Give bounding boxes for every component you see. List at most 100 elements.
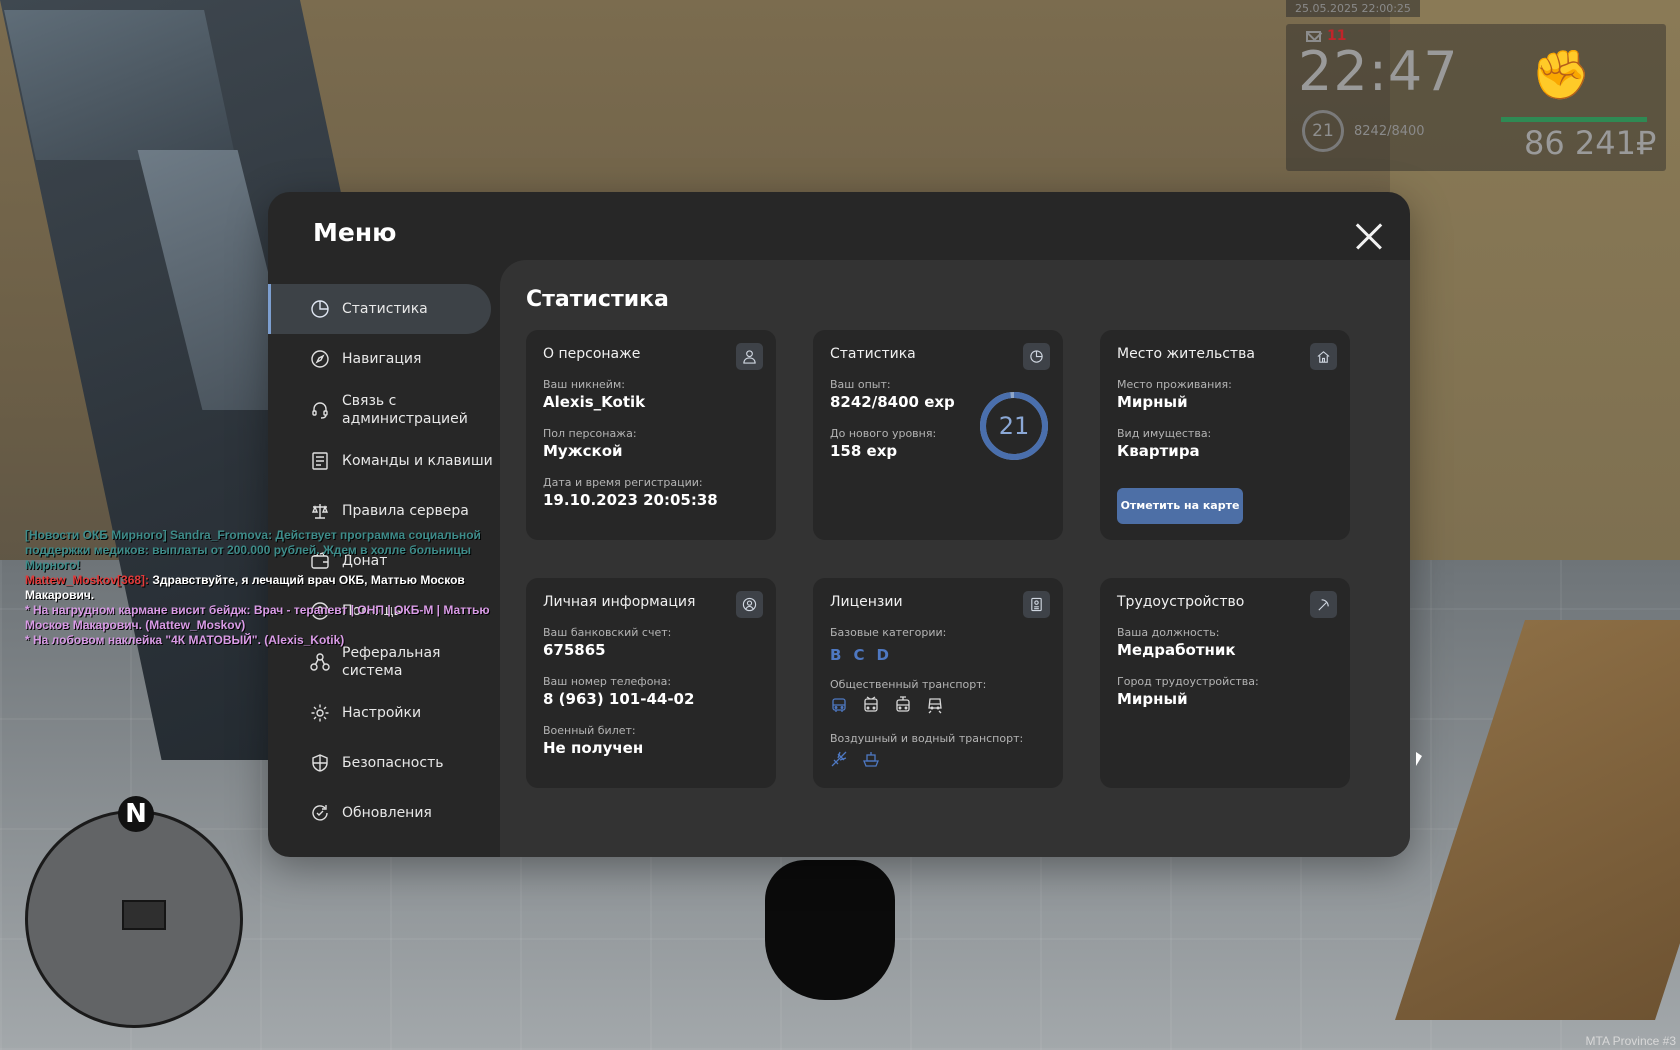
exp-label: Ваш опыт: <box>830 378 891 391</box>
door-glass <box>4 10 236 160</box>
tram-icon <box>896 696 910 712</box>
server-watermark: MTA Province #3 <box>1585 1034 1676 1048</box>
ship-icon <box>863 752 879 767</box>
mouse-cursor <box>1416 752 1422 766</box>
nav-item-support[interactable]: Связь с администрацией <box>268 384 500 436</box>
level-number: 21 <box>998 412 1030 440</box>
hud-level: 21 <box>1302 110 1344 152</box>
close-button[interactable] <box>1354 222 1384 252</box>
card-licenses: Лицензии Базовые категории: B C D Общест… <box>813 578 1063 788</box>
property-label: Вид имущества: <box>1117 427 1212 440</box>
license-category: D <box>876 646 889 664</box>
user-circle-icon <box>736 591 763 618</box>
nav-item-updates[interactable]: Обновления <box>268 788 500 838</box>
bank-label: Ваш банковский счет: <box>543 626 672 639</box>
chat-line: * На лобовом наклейка "4К МАТОВЫЙ". (Ale… <box>25 633 345 647</box>
shield-icon <box>310 753 330 773</box>
hud-panel: 11 22:47 ✊ 21 8242/8400 86 241₽ <box>1286 24 1666 171</box>
card-title: Место жительства <box>1117 346 1255 362</box>
nav-item-label: Настройки <box>342 705 422 721</box>
bank-value: 675865 <box>543 641 606 659</box>
content-title: Статистика <box>526 287 669 312</box>
nav-item-label: Статистика <box>342 301 428 317</box>
scales-icon <box>310 501 330 521</box>
military-value: Не получен <box>543 739 644 757</box>
compass-icon <box>310 349 330 369</box>
air-water-transport-label: Воздушный и водный транспорт: <box>830 732 1024 745</box>
registration-label: Дата и время регистрации: <box>543 476 703 489</box>
card-personal-info: Личная информация Ваш банковский счет: 6… <box>526 578 776 788</box>
hud-clock: 22:47 <box>1298 40 1459 103</box>
content-panel: Статистика О персонаже Ваш никнейм: Alex… <box>500 260 1410 857</box>
next-level-value: 158 exp <box>830 442 898 460</box>
air-water-transport-icons <box>830 750 880 768</box>
player-marker-icon <box>122 900 166 930</box>
card-statistics: Статистика Ваш опыт: 8242/8400 exp До но… <box>813 330 1063 540</box>
license-icon <box>1023 591 1050 618</box>
card-title: Лицензии <box>830 594 903 610</box>
plane-icon <box>831 751 847 767</box>
user-icon <box>736 343 763 370</box>
gender-label: Пол персонажа: <box>543 427 637 440</box>
nav-item-label: Связь с администрацией <box>342 393 468 427</box>
nav-item-settings[interactable]: Настройки <box>268 688 500 738</box>
house-icon <box>1310 343 1337 370</box>
job-city-value: Мирный <box>1117 690 1188 708</box>
nav-item-security[interactable]: Безопасность <box>268 738 500 788</box>
license-categories: B C D <box>830 646 889 664</box>
nav-item-label: Правила сервера <box>342 503 469 519</box>
city-label: Место проживания: <box>1117 378 1232 391</box>
chat-line: [Новости ОКБ Мирного] Sandra_Fromova: Де… <box>25 528 481 572</box>
city-value: Мирный <box>1117 393 1188 411</box>
card-residence: Место жительства Место проживания: Мирны… <box>1100 330 1350 540</box>
card-employment: Трудоустройство Ваша должность: Медработ… <box>1100 578 1350 788</box>
nick-value: Alexis_Kotik <box>543 393 646 411</box>
nav-item-label: Обновления <box>342 805 432 821</box>
health-bar <box>1501 117 1647 122</box>
trolleybus-icon <box>864 696 878 712</box>
pie-chart-icon <box>1023 343 1050 370</box>
chat-nick: Mattew_Moskov[368]: <box>25 573 150 587</box>
chat-line: Mattew_Moskov[368]: Здравствуйте, я леча… <box>25 573 495 603</box>
menu-title: Меню <box>313 218 397 247</box>
nav-item-label: Безопасность <box>342 755 444 771</box>
nav-item-navigation[interactable]: Навигация <box>268 334 500 384</box>
military-label: Военный билет: <box>543 724 636 737</box>
gear-icon <box>310 703 330 723</box>
metro-icon <box>928 698 942 714</box>
registration-value: 19.10.2023 20:05:38 <box>543 491 718 509</box>
fist-icon: ✊ <box>1531 47 1591 103</box>
license-category: C <box>853 646 865 664</box>
character-silhouette <box>765 860 895 1000</box>
hud-money: 86 241₽ <box>1524 124 1657 162</box>
list-icon <box>310 451 330 471</box>
referral-icon <box>310 652 330 672</box>
nav-item-label: Навигация <box>342 351 422 367</box>
card-title: Трудоустройство <box>1117 594 1245 610</box>
next-level-label: До нового уровня: <box>830 427 937 440</box>
nav-item-commands[interactable]: Команды и клавиши <box>268 436 500 486</box>
hud-datetime: 25.05.2025 22:00:25 <box>1286 0 1420 17</box>
bus-icon <box>832 698 846 712</box>
pie-chart-icon <box>310 299 330 319</box>
card-title: О персонаже <box>543 346 641 362</box>
nick-label: Ваш никнейм: <box>543 378 625 391</box>
refresh-icon <box>310 803 330 823</box>
license-category: B <box>830 646 842 664</box>
public-transport-icons <box>830 696 944 714</box>
menu-window: Меню Статистика Навигация Связь с админи… <box>268 192 1410 857</box>
minimap-north: N <box>118 796 154 832</box>
mark-on-map-button[interactable]: Отметить на карте <box>1117 488 1243 524</box>
property-value: Квартира <box>1117 442 1200 460</box>
exp-value: 8242/8400 exp <box>830 393 955 411</box>
nav-item-statistics[interactable]: Статистика <box>268 284 491 334</box>
job-city-label: Город трудоустройства: <box>1117 675 1259 688</box>
gender-value: Мужской <box>543 442 623 460</box>
position-label: Ваша должность: <box>1117 626 1220 639</box>
nav-item-label: Команды и клавиши <box>342 453 493 469</box>
headset-icon <box>310 400 330 420</box>
public-transport-label: Общественный транспорт: <box>830 678 987 691</box>
chat-log: [Новости ОКБ Мирного] Sandra_Fromova: Де… <box>25 528 495 648</box>
position-value: Медработник <box>1117 641 1236 659</box>
card-title: Статистика <box>830 346 916 362</box>
